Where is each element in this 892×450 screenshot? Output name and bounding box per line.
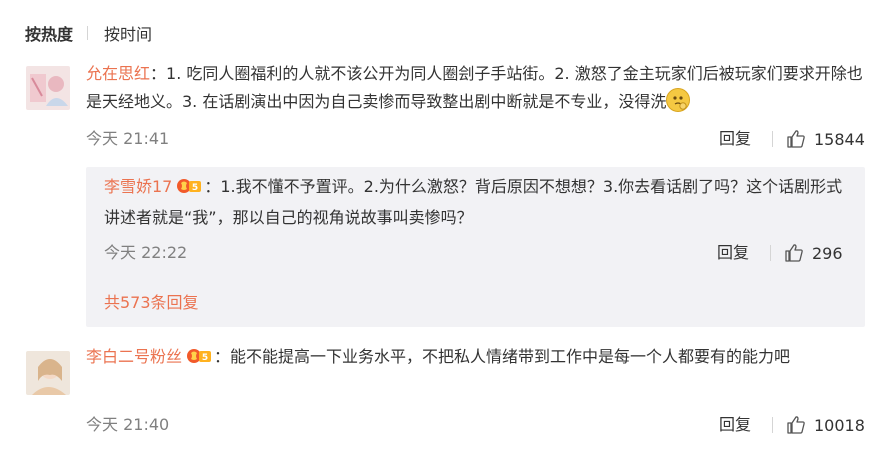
sort-bar: 按热度 按时间 xyxy=(25,20,152,46)
svg-text:5: 5 xyxy=(202,353,208,363)
thumbs-up-icon xyxy=(787,416,805,434)
like-button[interactable]: 296 xyxy=(784,241,843,265)
vip-badge-icon: 5 xyxy=(186,346,212,374)
sort-by-hot-tab[interactable]: 按热度 xyxy=(25,21,73,45)
comment-item: 李白二号粉丝 5 ：能不能提高一下业务水平，不把私人情绪带到工作中是每一个人都要… xyxy=(0,343,892,443)
reply-meta: 今天 22:22 回复 296 xyxy=(104,241,849,265)
reply-list: 李雪娇17 5 ：1.我不懂不予置评。2.为什么激怒？背后原因不想想？3.你去看… xyxy=(86,167,865,327)
meta-divider xyxy=(772,417,773,433)
view-more-replies-link[interactable]: 共573条回复 xyxy=(104,289,199,313)
like-button[interactable]: 10018 xyxy=(786,413,865,437)
meta-divider xyxy=(772,131,773,147)
comment-username[interactable]: 允在思红 xyxy=(86,64,150,83)
avatar[interactable] xyxy=(26,66,70,110)
meta-divider xyxy=(770,245,771,261)
like-count: 15844 xyxy=(814,129,865,149)
comment-item: 允在思红：1. 吃同人圈福利的人就不该公开为同人圈刽子手站街。2. 激怒了金主玩… xyxy=(0,60,892,166)
comment-time: 今天 21:41 xyxy=(86,129,170,148)
comment-text: 允在思红：1. 吃同人圈福利的人就不该公开为同人圈刽子手站街。2. 激怒了金主玩… xyxy=(86,60,864,116)
reply-time: 今天 22:22 xyxy=(104,243,188,262)
avatar[interactable] xyxy=(26,351,70,395)
comment-content: ：1. 吃同人圈福利的人就不该公开为同人圈刽子手站街。2. 激怒了金主玩家们后被… xyxy=(86,64,863,111)
svg-text:5: 5 xyxy=(192,183,198,193)
comment-username[interactable]: 李白二号粉丝 xyxy=(86,347,182,366)
sort-by-time-tab[interactable]: 按时间 xyxy=(104,21,152,45)
reply-content: ：1.我不懂不予置评。2.为什么激怒？背后原因不想想？3.你去看话剧了吗？这个话… xyxy=(104,177,843,227)
reply-button[interactable]: 回复 xyxy=(717,241,749,265)
comment-content: ：能不能提高一下业务水平，不把私人情绪带到工作中是每一个人都要有的能力吧 xyxy=(214,347,791,366)
vip-badge-icon: 5 xyxy=(176,176,202,204)
thumbs-up-icon xyxy=(787,130,805,148)
comment-time: 今天 21:40 xyxy=(86,415,170,434)
like-count: 296 xyxy=(812,243,843,263)
sort-divider xyxy=(87,26,89,40)
comment-text: 李白二号粉丝 5 ：能不能提高一下业务水平，不把私人情绪带到工作中是每一个人都要… xyxy=(86,343,864,374)
comment-meta: 今天 21:41 回复 15844 xyxy=(86,127,865,151)
reply-username[interactable]: 李雪娇17 xyxy=(104,177,172,196)
reply-button[interactable]: 回复 xyxy=(719,127,751,151)
comment-meta: 今天 21:40 回复 10018 xyxy=(86,413,865,437)
thumbs-up-icon xyxy=(785,244,803,262)
like-count: 10018 xyxy=(814,415,865,435)
reply-button[interactable]: 回复 xyxy=(719,413,751,437)
reply-text: 李雪娇17 5 ：1.我不懂不予置评。2.为什么激怒？背后原因不想想？3.你去看… xyxy=(104,173,849,232)
thinking-emoji-icon xyxy=(666,88,691,112)
like-button[interactable]: 15844 xyxy=(786,127,865,151)
